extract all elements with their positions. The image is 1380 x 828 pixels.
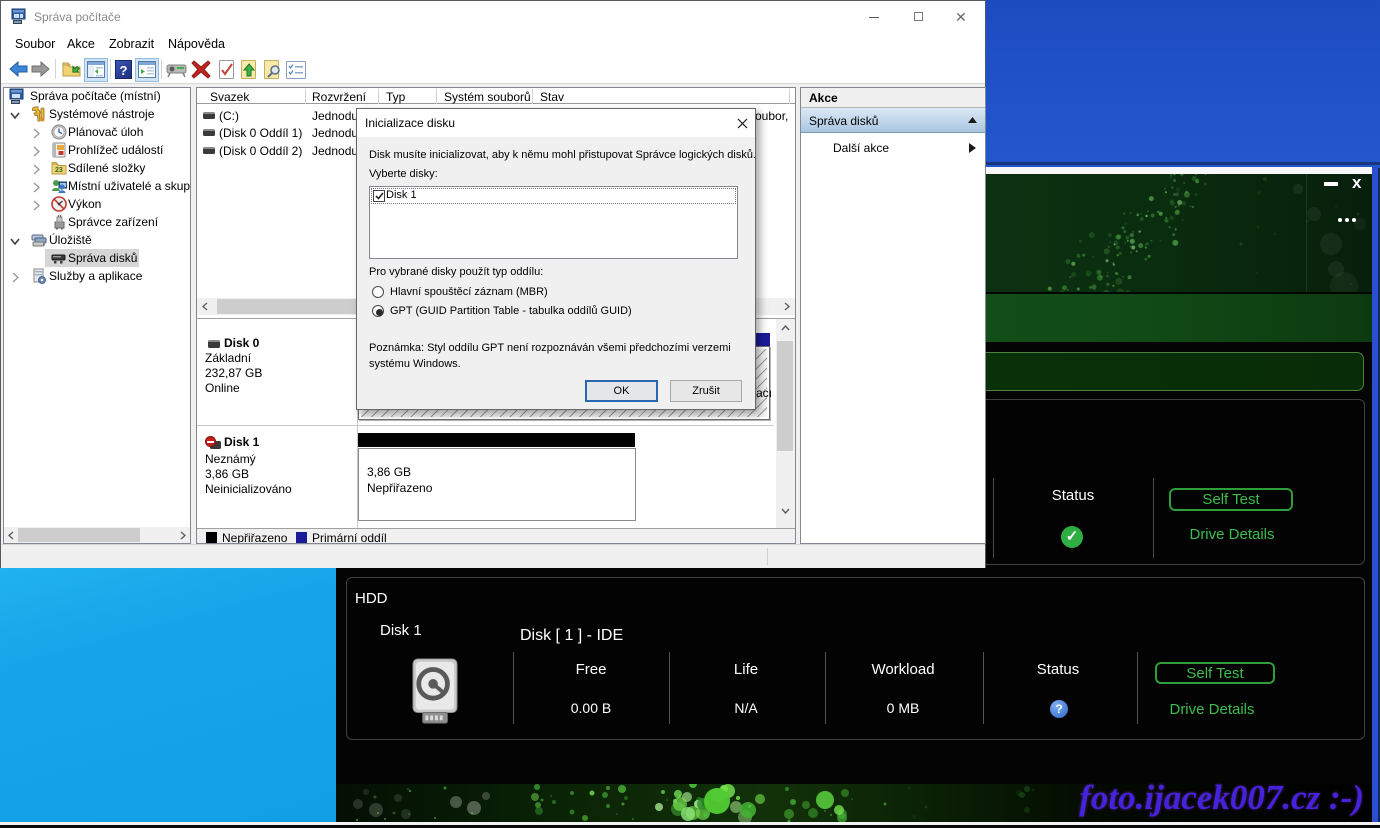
svg-text:23: 23 [55,167,63,174]
